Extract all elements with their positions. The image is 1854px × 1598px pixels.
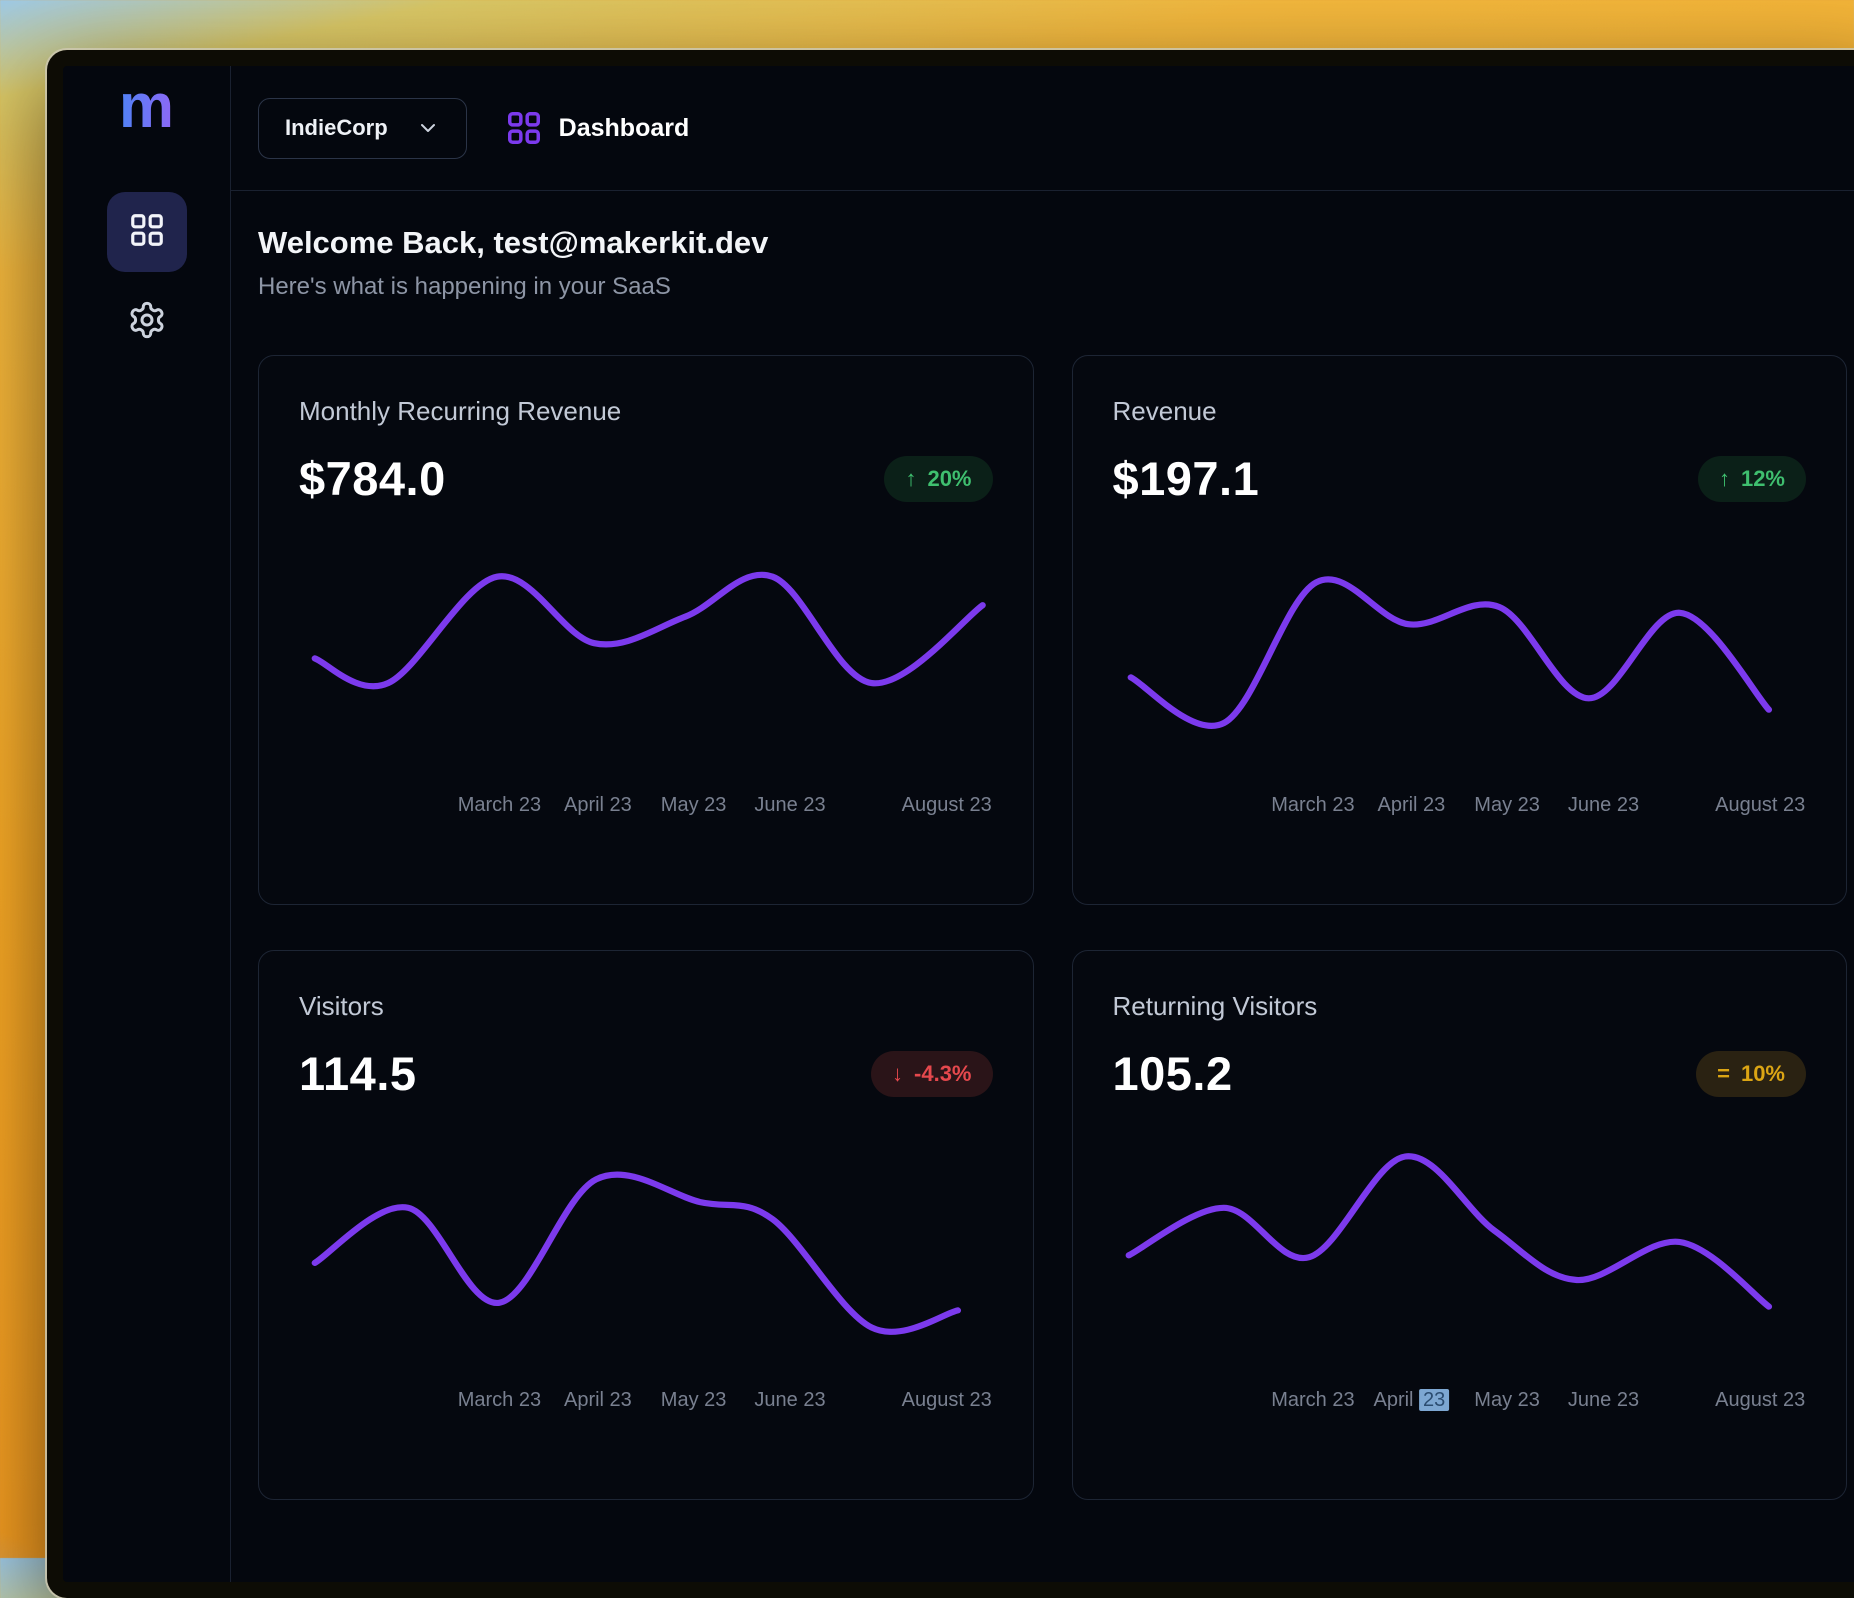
x-axis: March 23 April 23 May 23 June 23 August 23 [1113, 794, 1807, 822]
card-value-row: $197.1 ↑ 12% [1113, 451, 1807, 506]
axis-label: March 23 [1271, 794, 1354, 817]
app-root: m I [63, 66, 1854, 1582]
trend-label: 12% [1741, 466, 1785, 492]
line-chart [1113, 552, 1807, 742]
axis-label: June 23 [754, 794, 825, 817]
welcome-subtitle: Here's what is happening in your SaaS [258, 273, 1847, 301]
card-value-row: 105.2 = 10% [1113, 1046, 1807, 1101]
chart-line [315, 575, 983, 687]
axis-label: May 23 [661, 794, 727, 817]
axis-label: June 23 [1568, 1389, 1639, 1412]
metric-card: Returning Visitors 105.2 = 10% March 23 A… [1072, 950, 1848, 1500]
x-axis: March 23 April 23 May 23 June 23 August 23 [1113, 1389, 1807, 1417]
chart-line [1128, 1156, 1768, 1306]
axis-label: April 23 [1373, 1389, 1449, 1412]
trend-label: -4.3% [914, 1061, 971, 1087]
metric-card: Monthly Recurring Revenue $784.0 ↑ 20% M… [258, 355, 1034, 905]
card-value-row: $784.0 ↑ 20% [299, 451, 993, 506]
trend-icon: ↑ [905, 466, 916, 492]
card-value: $784.0 [299, 451, 446, 506]
metric-card: Visitors 114.5 ↓ -4.3% March 23April 23M… [258, 950, 1034, 1500]
trend-badge: ↑ 20% [884, 456, 992, 502]
axis-label: May 23 [1474, 794, 1540, 817]
top-bar: IndieCorp Dashboard [231, 66, 1854, 191]
trend-icon: ↓ [892, 1061, 903, 1087]
gear-icon [127, 300, 167, 345]
trend-badge: = 10% [1696, 1051, 1806, 1097]
trend-badge: ↓ -4.3% [871, 1051, 992, 1097]
org-selector-button[interactable]: IndieCorp [258, 98, 467, 159]
metric-cards-grid: Monthly Recurring Revenue $784.0 ↑ 20% M… [258, 355, 1847, 1500]
org-name: IndieCorp [285, 115, 388, 141]
main-area: IndieCorp Dashboard Welcome [231, 66, 1854, 1582]
dashboard-grid-icon [505, 109, 543, 147]
trend-badge: ↑ 12% [1698, 456, 1806, 502]
axis-label: June 23 [754, 1389, 825, 1412]
welcome-heading: Welcome Back, test@makerkit.dev [258, 225, 1847, 261]
trend-label: 10% [1741, 1061, 1785, 1087]
card-title: Visitors [299, 991, 993, 1022]
breadcrumb: Dashboard [505, 109, 690, 147]
layout-grid-icon [128, 211, 166, 254]
card-value: $197.1 [1113, 451, 1260, 506]
card-title: Revenue [1113, 396, 1807, 427]
axis-label: May 23 [661, 1389, 727, 1412]
axis-label: August 23 [1715, 794, 1805, 817]
chart-line [1130, 579, 1768, 726]
axis-label: August 23 [902, 1389, 992, 1412]
trend-icon: = [1717, 1061, 1730, 1087]
line-chart [299, 1147, 993, 1337]
axis-label: August 23 [1715, 1389, 1805, 1412]
x-axis: March 23 April 23 May 23 June 23 August 23 [299, 1389, 993, 1417]
chart-line [315, 1175, 958, 1332]
text-selection-highlight: 23 [1419, 1389, 1449, 1411]
axis-label: August 23 [902, 794, 992, 817]
card-title: Returning Visitors [1113, 991, 1807, 1022]
trend-label: 20% [927, 466, 971, 492]
card-value-row: 114.5 ↓ -4.3% [299, 1046, 993, 1101]
app-window: m I [47, 50, 1854, 1598]
page-title: Dashboard [559, 114, 690, 143]
axis-label: June 23 [1568, 794, 1639, 817]
card-value: 105.2 [1113, 1046, 1233, 1101]
brand-logo: m [119, 76, 174, 138]
page-content: Welcome Back, test@makerkit.dev Here's w… [231, 191, 1854, 1500]
axis-label: March 23 [458, 794, 541, 817]
line-chart [299, 552, 993, 742]
axis-label: March 23 [458, 1389, 541, 1412]
sidebar-item-dashboard[interactable] [107, 192, 187, 272]
axis-label: April 23 [564, 1389, 632, 1412]
sidebar-item-settings[interactable] [127, 300, 167, 345]
card-value: 114.5 [299, 1046, 417, 1101]
sidebar: m [63, 66, 231, 1582]
axis-label: April 23 [564, 794, 632, 817]
card-title: Monthly Recurring Revenue [299, 396, 993, 427]
trend-icon: ↑ [1719, 466, 1730, 492]
chevron-down-icon [416, 116, 440, 140]
line-chart [1113, 1147, 1807, 1337]
x-axis: March 23 April 23 May 23 June 23 August 23 [299, 794, 993, 822]
axis-label: April 23 [1377, 794, 1445, 817]
axis-label: March 23 [1271, 1389, 1354, 1412]
metric-card: Revenue $197.1 ↑ 12% March 23 April 23 May… [1072, 355, 1848, 905]
axis-label: May 23 [1474, 1389, 1540, 1412]
